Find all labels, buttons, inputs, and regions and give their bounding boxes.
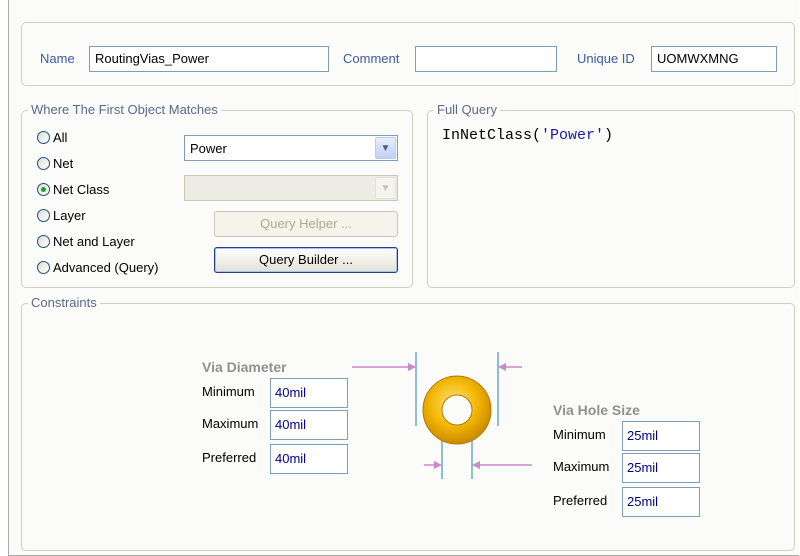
via-diameter-title: Via Diameter [202,359,287,375]
name-label: Name [40,51,75,66]
secondary-select: ▼ [184,175,398,201]
radio-circle[interactable] [37,208,50,222]
query-function: InNetClass( [442,127,542,144]
net-class-select-value: Power [190,141,227,156]
constraints-group: Constraints Via Diameter Minimum 40mil M… [21,295,795,551]
query-helper-button: Query Helper ... [214,211,398,237]
via-hole-max-input[interactable]: 25mil [622,453,700,483]
radio-selected-dot [41,186,46,192]
via-hole-pref-label: Preferred [553,493,608,508]
via-diameter-pref-label: Preferred [202,450,257,465]
query-argument: 'Power' [541,127,605,144]
radio-net[interactable]: Net [37,154,73,172]
radio-circle[interactable] [37,130,50,144]
radio-all[interactable]: All [37,128,67,146]
name-field[interactable]: RoutingVias_Power [89,46,329,72]
identity-group: Name RoutingVias_Power Comment Unique ID… [21,22,795,86]
comment-label: Comment [343,51,400,66]
via-hole [441,394,473,426]
via-diameter-min-label: Minimum [202,384,255,399]
chevron-down-icon: ▼ [375,177,396,199]
radio-net-class[interactable]: Net Class [37,180,109,198]
radio-circle[interactable] [37,234,50,248]
via-hole-pref-input[interactable]: 25mil [622,487,700,517]
query-close: ) [604,127,614,144]
via-diameter-max-label: Maximum [202,416,259,431]
full-query-text[interactable]: InNetClass('Power') [442,127,613,144]
full-query-legend: Full Query [434,102,500,118]
comment-field[interactable] [415,46,557,72]
arrow-head [472,461,480,469]
where-legend: Where The First Object Matches [28,102,221,118]
full-query-group: Full Query InNetClass('Power') [427,102,795,288]
arrow-head [408,363,416,371]
radio-net-and-layer-label: Net and Layer [53,233,135,249]
radio-layer[interactable]: Layer [37,206,86,224]
radio-circle[interactable] [37,260,50,274]
arrow-head [498,363,506,371]
radio-advanced-query[interactable]: Advanced (Query) [37,258,159,276]
chevron-down-icon[interactable]: ▼ [375,137,396,159]
via-hole-max-label: Maximum [553,459,610,474]
arrow-head [434,461,442,469]
constraints-legend: Constraints [28,295,100,311]
radio-net-class-label: Net Class [53,181,110,197]
radio-net-and-layer[interactable]: Net and Layer [37,232,135,250]
via-hole-min-label: Minimum [553,427,606,442]
via-hole-size-title: Via Hole Size [553,402,640,418]
via-hole-min-input[interactable]: 25mil [622,421,700,451]
query-builder-button[interactable]: Query Builder ... [214,247,398,273]
radio-circle[interactable] [37,156,50,170]
radio-circle-selected[interactable] [37,182,50,196]
radio-layer-label: Layer [53,207,86,223]
radio-all-label: All [53,129,68,145]
unique-id-field[interactable]: UOMWXMNG [651,46,777,72]
unique-id-label: Unique ID [577,51,635,66]
radio-advanced-query-label: Advanced (Query) [53,259,159,275]
where-group: Where The First Object Matches All Net N… [21,102,413,288]
net-class-select[interactable]: Power ▼ [184,135,398,161]
via-diagram [352,352,532,479]
rule-editor-panel: Name RoutingVias_Power Comment Unique ID… [8,0,799,556]
radio-net-label: Net [53,155,74,171]
